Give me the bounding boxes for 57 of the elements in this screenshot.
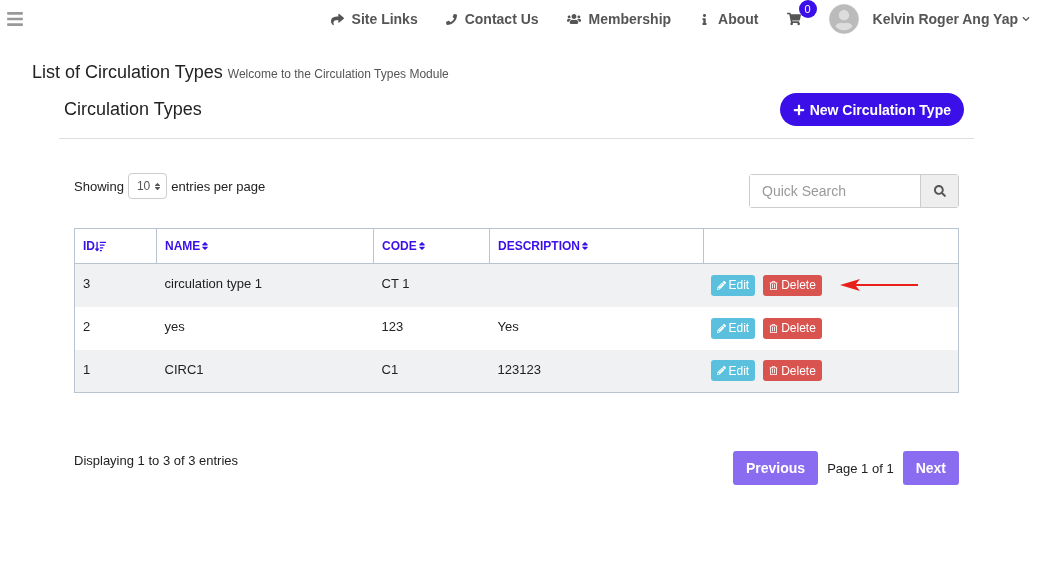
sort-icon[interactable] — [416, 241, 427, 251]
column-header[interactable]: CODE — [373, 228, 490, 264]
previous-button[interactable]: Previous — [733, 451, 819, 485]
pencil-icon — [716, 323, 726, 333]
card-title: Circulation Types — [64, 99, 202, 120]
sort-icon[interactable] — [200, 241, 211, 251]
column-header[interactable]: NAME — [156, 228, 374, 264]
entries-label: entries per page — [171, 178, 266, 194]
search-button[interactable] — [920, 175, 958, 207]
delete-button[interactable]: Delete — [763, 317, 822, 339]
trash-icon — [769, 366, 779, 376]
search-icon — [933, 185, 946, 197]
trash-icon — [769, 323, 779, 333]
avatar-icon — [828, 4, 859, 34]
entries-summary: Displaying 1 to 3 of 3 entries — [74, 452, 239, 468]
pencil-icon — [716, 280, 726, 290]
trash-icon — [769, 280, 779, 290]
table-cell: CT 1 — [373, 263, 490, 307]
column-header[interactable]: ID — [74, 228, 157, 264]
cart-count-badge: 0 — [798, 0, 817, 18]
table-cell: yes — [156, 306, 374, 350]
table-cell: 123 — [373, 306, 490, 350]
sort-icon[interactable] — [580, 241, 590, 251]
phone-icon — [445, 13, 457, 25]
nav-link[interactable]: About — [699, 11, 759, 27]
sort-arrows-icon — [153, 181, 163, 191]
table-cell: Yes — [489, 306, 704, 350]
table-cell: 2 — [74, 306, 157, 350]
plus-icon — [792, 103, 805, 116]
users-icon — [566, 12, 581, 26]
pencil-icon — [716, 366, 726, 376]
table-cell: circulation type 1 — [156, 263, 374, 307]
page-title: List of Circulation Types — [32, 62, 223, 83]
chevron-down-icon — [1022, 15, 1030, 23]
table-cell: CIRC1 — [156, 349, 374, 393]
table-cell: C1 — [373, 349, 490, 393]
showing-label: Showing — [74, 178, 124, 194]
nav-link[interactable]: Contact Us — [445, 11, 539, 27]
table-cell: 3 — [74, 263, 157, 307]
per-page-select[interactable]: 10 — [127, 173, 168, 199]
share-icon — [330, 12, 344, 26]
page-indicator: Page 1 of 1 — [827, 460, 894, 476]
cart-icon[interactable] — [786, 12, 801, 26]
nav-link[interactable]: Site Links — [330, 11, 418, 27]
next-button[interactable]: Next — [902, 451, 959, 485]
sort-descending-icon[interactable] — [95, 240, 106, 252]
column-header[interactable]: DESCRIPTION — [489, 228, 704, 264]
new-circulation-type-button[interactable]: New Circulation Type — [779, 93, 964, 126]
table-cell: 1 — [74, 349, 157, 393]
nav-link[interactable]: Membership — [566, 11, 672, 27]
table-cell: 123123 — [489, 349, 704, 393]
delete-button[interactable]: Delete — [763, 360, 822, 382]
page-subtitle: Welcome to the Circulation Types Module — [227, 67, 449, 81]
menu-icon[interactable] — [6, 10, 24, 28]
search-field[interactable]: Quick Search — [749, 174, 959, 208]
user-menu[interactable]: Kelvin Roger Ang Yap — [828, 4, 1030, 34]
delete-button[interactable]: Delete — [763, 274, 822, 296]
